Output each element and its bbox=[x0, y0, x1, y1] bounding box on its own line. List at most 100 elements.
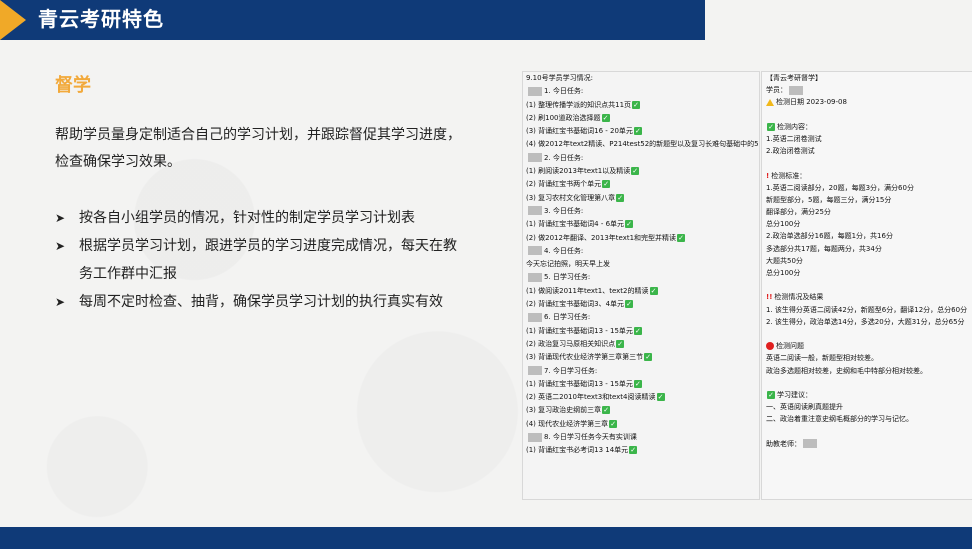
study-plan-line: (2) 背诵红宝书两个单元 ✓ bbox=[523, 178, 759, 191]
bullet-item: 务工作群中汇报 bbox=[55, 261, 510, 287]
report-line bbox=[762, 109, 972, 121]
study-plan-screenshot: 9.10号学员学习情况: 1. 今日任务: (1) 整理传播学派的知识点共11页 ✓(… bbox=[522, 71, 760, 500]
blurred-name bbox=[528, 206, 542, 216]
study-plan-text: 4. 今日任务: bbox=[544, 246, 584, 255]
study-plan-text: 9.10号学员学习情况: bbox=[526, 74, 593, 82]
bullet-item: ➤ 根据学员学习计划，跟进学员的学习进度完成情况，每天在教 bbox=[55, 233, 510, 259]
study-plan-line: (2) 政治复习马原相关知识点 ✓ bbox=[523, 338, 759, 351]
check-mark-icon: ✓ bbox=[601, 113, 610, 122]
study-plan-line: 今天忘记拍照，明天早上发 bbox=[523, 258, 759, 271]
report-text: 翻译部分，满分25分 bbox=[766, 208, 831, 217]
check-mark-icon: ✓ bbox=[767, 122, 775, 131]
bullet-text: 务工作群中汇报 bbox=[79, 266, 177, 282]
report-text: 检测标准： bbox=[771, 171, 807, 180]
header-bar: 青云考研特色 bbox=[0, 0, 705, 40]
blurred-name bbox=[528, 86, 542, 96]
report-line: 2. 该生得分，政治单选14分，多选20分，大题31分，总分65分 bbox=[762, 316, 972, 328]
study-plan-text: (1) 背诵红宝书基础词13 - 15单元 bbox=[526, 379, 633, 388]
study-plan-text: (2) 背诵红宝书基础词3、4单元 bbox=[526, 300, 625, 309]
study-plan-text: 7. 今日学习任务: bbox=[544, 366, 598, 375]
report-line: 总分100分 bbox=[762, 267, 972, 279]
report-line: 新题型部分，5题，每题三分，满分15分 bbox=[762, 194, 972, 206]
study-plan-text: (3) 背诵红宝书基础词16 - 20单元 bbox=[526, 127, 633, 136]
report-text: 1. 该生得分英语二阅读42分，新题型6分，翻译12分，总分60分 bbox=[766, 305, 968, 314]
report-text: 英语二阅读一般，新题型相对较差。 bbox=[766, 354, 878, 363]
study-plan-text: (3) 背诵现代农业经济学第三章第三节 bbox=[526, 353, 644, 362]
check-mark-icon: ✓ bbox=[625, 300, 634, 309]
report-text: 总分100分 bbox=[766, 269, 801, 277]
blurred-name bbox=[528, 312, 542, 322]
study-plan-text: (1) 做阅读2011年text1、text2的精读 bbox=[526, 286, 649, 295]
blurred-name bbox=[528, 246, 542, 256]
study-plan-line: (4) 做2012年text2精读、P214test52的新题型以及复习长难句基… bbox=[523, 138, 759, 151]
report-line: 1. 该生得分英语二阅读42分，新题型6分，翻译12分，总分60分 bbox=[762, 304, 972, 316]
study-plan-line: (1) 背诵红宝书基础词13 - 15单元 ✓ bbox=[523, 325, 759, 338]
report-text: 检测情况及结果 bbox=[774, 293, 824, 302]
report-line: 总分100分 bbox=[762, 218, 972, 230]
check-mark-icon: ✓ bbox=[656, 393, 665, 402]
bullet-item: ➤ 按各自小组学员的情况，针对性的制定学员学习计划表 bbox=[55, 205, 510, 231]
study-plan-text: (2) 政治复习马原相关知识点 bbox=[526, 339, 616, 348]
study-plan-text: (3) 复习政治史纲前三章 bbox=[526, 406, 602, 415]
study-plan-line: (1) 刷阅读2013年text1以及精读 ✓ bbox=[523, 165, 759, 178]
report-line: 1.英语二阅读部分，20题，每题3分，满分60分 bbox=[762, 182, 972, 194]
blurred-name bbox=[528, 153, 542, 163]
report-text: 2.政治单选部分16题，每题1分，共16分 bbox=[766, 232, 893, 241]
report-line: 2.政治单选部分16题，每题1分，共16分 bbox=[762, 230, 972, 242]
report-line: 大题共50分 bbox=[762, 255, 972, 267]
study-plan-text: (4) 做2012年text2精读、P214test52的新题型以及复习长难句基… bbox=[526, 140, 760, 149]
study-plan-line: 3. 今日任务: bbox=[523, 205, 759, 218]
bullet-item: ➤ 每周不定时检查、抽背，确保学员学习计划的执行真实有效 bbox=[55, 289, 510, 315]
blurred-name bbox=[803, 439, 817, 449]
report-text: 政治多选题相对较差，史纲和毛中特部分相对较差。 bbox=[766, 366, 927, 375]
bullet-text: 按各自小组学员的情况，针对性的制定学员学习计划表 bbox=[79, 210, 415, 226]
report-text: 1.英语二闭卷测试 bbox=[766, 134, 822, 143]
report-line bbox=[762, 328, 972, 340]
report-text: 检测内容： bbox=[777, 122, 812, 131]
report-text: 2. 该生得分，政治单选14分，多选20分，大题31分，总分65分 bbox=[766, 317, 965, 326]
report-line: ! 检测标准： bbox=[762, 170, 972, 182]
report-line: 二、政治着重注意史纲毛概部分的学习与记忆。 bbox=[762, 413, 972, 425]
report-text: 总分100分 bbox=[766, 220, 801, 229]
report-line: 2.政治闭卷测试 bbox=[762, 145, 972, 157]
blurred-name bbox=[528, 366, 542, 376]
intro-line: 检查确保学习效果。 bbox=[55, 154, 181, 170]
report-text: 1.英语二阅读部分，20题，每题3分，满分60分 bbox=[766, 183, 914, 192]
report-line: 检测日期 2023-09-08 bbox=[762, 96, 972, 108]
report-line: !! 检测情况及结果 bbox=[762, 291, 972, 303]
check-mark-icon: ✓ bbox=[616, 339, 625, 348]
bullet-text: 根据学员学习计划，跟进学员的学习进度完成情况，每天在教 bbox=[79, 238, 457, 254]
study-plan-line: 5. 日学习任务: bbox=[523, 271, 759, 284]
exclamation-icon: ! bbox=[766, 171, 770, 180]
check-mark-icon: ✓ bbox=[629, 446, 638, 455]
page-title: 青云考研特色 bbox=[38, 7, 164, 31]
check-mark-icon: ✓ bbox=[602, 406, 611, 415]
check-mark-icon: ✓ bbox=[632, 100, 641, 109]
report-text: 助教老师： bbox=[766, 439, 801, 448]
report-text: 大题共50分 bbox=[766, 256, 803, 265]
study-plan-text: (1) 背诵红宝书必考词13 14单元 bbox=[526, 446, 629, 455]
report-line: 一、英语阅读刷真题提升 bbox=[762, 401, 972, 413]
check-mark-icon: ✓ bbox=[633, 326, 642, 335]
footer-bar bbox=[0, 527, 972, 549]
study-plan-text: 5. 日学习任务: bbox=[544, 273, 591, 282]
report-line: ✓ 检测内容： bbox=[762, 121, 972, 133]
study-plan-line: 4. 今日任务: bbox=[523, 245, 759, 258]
report-line bbox=[762, 157, 972, 169]
check-mark-icon: ✓ bbox=[633, 379, 642, 388]
report-line: 翻译部分，满分25分 bbox=[762, 206, 972, 218]
check-mark-icon: ✓ bbox=[616, 193, 625, 202]
report-line: 1.英语二闭卷测试 bbox=[762, 133, 972, 145]
report-text: 检测日期 2023-09-08 bbox=[776, 98, 847, 107]
study-plan-line: 7. 今日学习任务: bbox=[523, 365, 759, 378]
study-plan-text: (1) 刷阅读2013年text1以及精读 bbox=[526, 167, 631, 176]
arrow-right-icon: ➤ bbox=[55, 239, 66, 253]
study-plan-line: 2. 今日任务: bbox=[523, 152, 759, 165]
check-mark-icon: ✓ bbox=[649, 286, 658, 295]
study-plan-text: (2) 背诵红宝书两个单元 bbox=[526, 180, 602, 189]
study-plan-line: (1) 背诵红宝书必考词13 14单元 ✓ bbox=[523, 444, 759, 457]
test-report-screenshot: 【青云考研督学】 学员： 检测日期 2023-09-08 ✓ 检测内容： 1.英语二闭卷测… bbox=[761, 71, 972, 500]
report-line: 多选部分共17题，每题两分，共34分 bbox=[762, 243, 972, 255]
double-exclamation-icon: !! bbox=[766, 293, 773, 302]
section-subtitle: 督学 bbox=[55, 75, 91, 96]
